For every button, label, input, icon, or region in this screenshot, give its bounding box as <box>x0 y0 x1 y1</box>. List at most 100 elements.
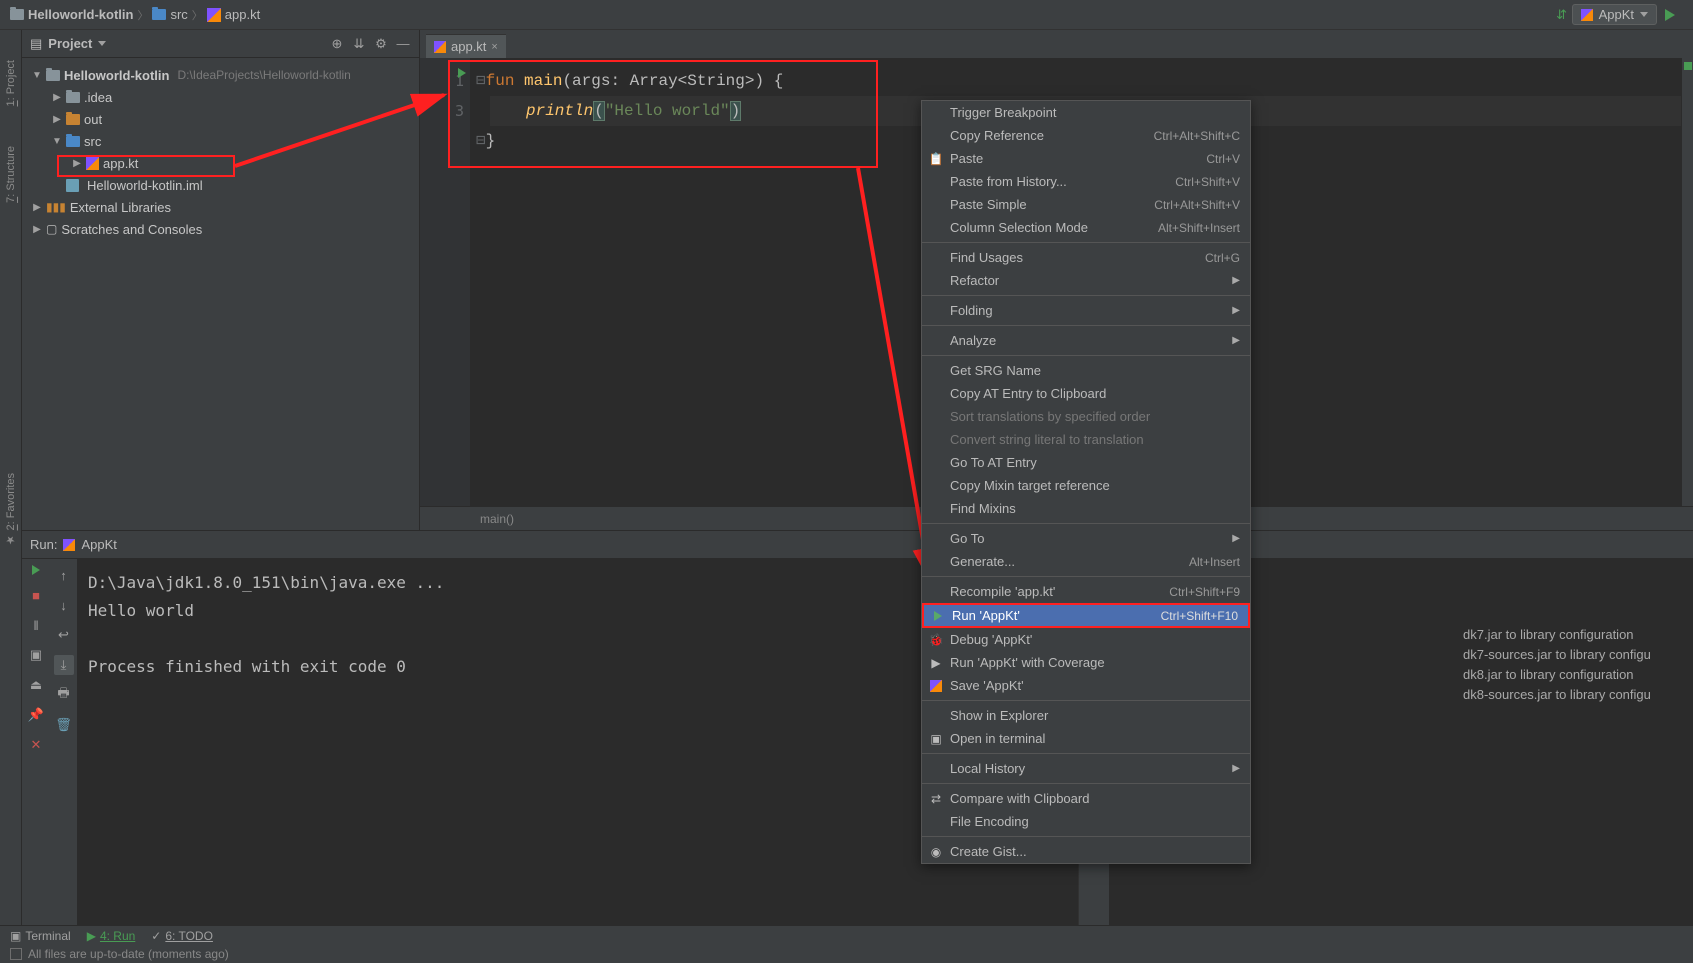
menu-paste[interactable]: 📋PasteCtrl+V <box>922 147 1250 170</box>
up-button[interactable]: ↑ <box>54 565 74 585</box>
kotlin-file-icon <box>207 8 221 22</box>
tree-appkt[interactable]: ▶ app.kt <box>22 152 419 174</box>
run-gutter-icon[interactable] <box>458 68 466 78</box>
submenu-arrow-icon: ▶ <box>1232 763 1240 774</box>
project-tree[interactable]: ▼ Helloworld-kotlin D:\IdeaProjects\Hell… <box>22 58 419 530</box>
exit-button[interactable]: ⏏ <box>26 675 46 695</box>
expand-arrow-icon[interactable]: ▶ <box>32 202 42 213</box>
tool-stripe-project[interactable]: 1: Project <box>5 60 17 106</box>
chevron-right-icon: 〉 <box>192 7 203 23</box>
menu-goto[interactable]: Go To▶ <box>922 527 1250 550</box>
tree-src[interactable]: ▼ src <box>22 130 419 152</box>
menu-find-mixins[interactable]: Find Mixins <box>922 497 1250 520</box>
fold-icon[interactable]: ⊟ <box>476 132 486 150</box>
dump-threads-button[interactable]: ▣ <box>26 645 46 665</box>
terminal-tab[interactable]: ▣ Terminal <box>10 929 71 943</box>
gear-icon[interactable]: ⚙ <box>373 36 389 52</box>
menu-file-encoding[interactable]: File Encoding <box>922 810 1250 833</box>
run-button[interactable] <box>1665 9 1675 21</box>
menu-local-history[interactable]: Local History▶ <box>922 757 1250 780</box>
expand-arrow-icon[interactable]: ▶ <box>52 92 62 103</box>
editor-marker-stripe[interactable] <box>1681 58 1693 506</box>
menu-find-usages[interactable]: Find UsagesCtrl+G <box>922 246 1250 269</box>
menu-trigger-breakpoint[interactable]: Trigger Breakpoint <box>922 101 1250 124</box>
libraries-icon: ▮▮▮ <box>46 200 66 214</box>
stop-button[interactable]: ■ <box>26 585 46 605</box>
menu-copy-at[interactable]: Copy AT Entry to Clipboard <box>922 382 1250 405</box>
editor-context-menu: Trigger Breakpoint Copy ReferenceCtrl+Al… <box>921 100 1251 864</box>
analysis-ok-icon <box>1684 62 1692 70</box>
print-button[interactable]: 🖶 <box>54 685 74 705</box>
chevron-down-icon[interactable] <box>98 41 106 46</box>
run-config-label: AppKt <box>1599 7 1634 22</box>
expand-arrow-icon[interactable]: ▼ <box>32 70 42 81</box>
run-config-selector[interactable]: AppKt <box>1572 4 1657 25</box>
breadcrumb-src[interactable]: src <box>152 7 187 22</box>
menu-copy-reference[interactable]: Copy ReferenceCtrl+Alt+Shift+C <box>922 124 1250 147</box>
tree-iml[interactable]: Helloworld-kotlin.iml <box>22 174 419 196</box>
navigation-bar: Helloworld-kotlin 〉 src 〉 app.kt ⇵ AppKt <box>0 0 1693 30</box>
pause-button[interactable]: ‖ <box>26 615 46 635</box>
menu-copy-mixin[interactable]: Copy Mixin target reference <box>922 474 1250 497</box>
expand-arrow-icon[interactable]: ▶ <box>32 224 42 235</box>
hide-panel-icon[interactable]: — <box>395 36 411 52</box>
menu-column-selection[interactable]: Column Selection ModeAlt+Shift+Insert <box>922 216 1250 239</box>
collapse-icon[interactable]: ⇊ <box>351 36 367 52</box>
tree-root[interactable]: ▼ Helloworld-kotlin D:\IdeaProjects\Hell… <box>22 64 419 86</box>
editor-tab-bar: app.kt × <box>420 30 1693 58</box>
soft-wrap-button[interactable]: ↩ <box>54 625 74 645</box>
run-config-name: AppKt <box>81 537 116 552</box>
rerun-button[interactable] <box>32 565 40 575</box>
tool-stripe-favorites[interactable]: ★ 2: Favorites <box>4 473 17 547</box>
tree-scratches[interactable]: ▶ ▢ Scratches and Consoles <box>22 218 419 240</box>
editor-gutter[interactable]: 1 3 <box>420 58 470 506</box>
editor-tab-appkt[interactable]: app.kt × <box>426 34 506 58</box>
menu-open-terminal[interactable]: ▣Open in terminal <box>922 727 1250 750</box>
menu-goto-at[interactable]: Go To AT Entry <box>922 451 1250 474</box>
close-button[interactable]: ✕ <box>26 735 46 755</box>
menu-save-appkt[interactable]: Save 'AppKt' <box>922 674 1250 697</box>
menu-paste-simple[interactable]: Paste SimpleCtrl+Alt+Shift+V <box>922 193 1250 216</box>
coverage-icon: ▶ <box>928 655 944 671</box>
locate-icon[interactable]: ⊕ <box>329 36 345 52</box>
run-tab[interactable]: ▶ 4: Run <box>87 929 136 943</box>
expand-arrow-icon[interactable]: ▶ <box>72 158 82 169</box>
menu-run-coverage[interactable]: ▶Run 'AppKt' with Coverage <box>922 651 1250 674</box>
tree-out[interactable]: ▶ out <box>22 108 419 130</box>
tool-stripe-structure[interactable]: 7: Structure <box>5 146 17 203</box>
menu-compare-clipboard[interactable]: ⇄Compare with Clipboard <box>922 787 1250 810</box>
paste-icon: 📋 <box>928 151 944 167</box>
status-checkbox[interactable] <box>10 948 22 960</box>
github-icon: ◉ <box>928 844 944 860</box>
submenu-arrow-icon: ▶ <box>1232 533 1240 544</box>
run-label: Run: <box>30 537 57 552</box>
down-button[interactable]: ↓ <box>54 595 74 615</box>
tree-idea[interactable]: ▶ .idea <box>22 86 419 108</box>
menu-create-gist[interactable]: ◉Create Gist... <box>922 840 1250 863</box>
fold-icon[interactable]: ⊟ <box>476 72 486 90</box>
expand-arrow-icon[interactable]: ▶ <box>52 114 62 125</box>
project-view-icon: ▤ <box>30 36 42 52</box>
pin-button[interactable]: 📌 <box>26 705 46 725</box>
build-icon[interactable]: ⇵ <box>1552 5 1572 25</box>
menu-debug-appkt[interactable]: 🐞Debug 'AppKt' <box>922 628 1250 651</box>
menu-refactor[interactable]: Refactor▶ <box>922 269 1250 292</box>
menu-analyze[interactable]: Analyze▶ <box>922 329 1250 352</box>
menu-recompile[interactable]: Recompile 'app.kt'Ctrl+Shift+F9 <box>922 580 1250 603</box>
clear-button[interactable]: 🗑 <box>54 715 74 735</box>
menu-convert-string: Convert string literal to translation <box>922 428 1250 451</box>
scroll-end-button[interactable]: ⤓ <box>54 655 74 675</box>
folder-icon <box>152 9 166 20</box>
breadcrumb-project[interactable]: Helloworld-kotlin <box>10 7 133 22</box>
menu-generate[interactable]: Generate...Alt+Insert <box>922 550 1250 573</box>
menu-show-explorer[interactable]: Show in Explorer <box>922 704 1250 727</box>
menu-run-appkt[interactable]: Run 'AppKt'Ctrl+Shift+F10 <box>922 603 1250 628</box>
breadcrumb-file[interactable]: app.kt <box>207 7 260 22</box>
menu-get-srg[interactable]: Get SRG Name <box>922 359 1250 382</box>
menu-paste-history[interactable]: Paste from History...Ctrl+Shift+V <box>922 170 1250 193</box>
expand-arrow-icon[interactable]: ▼ <box>52 136 62 147</box>
menu-folding[interactable]: Folding▶ <box>922 299 1250 322</box>
close-tab-icon[interactable]: × <box>491 41 497 53</box>
tree-external-libs[interactable]: ▶ ▮▮▮ External Libraries <box>22 196 419 218</box>
todo-tab[interactable]: ✓ 6: TODO <box>151 929 213 943</box>
